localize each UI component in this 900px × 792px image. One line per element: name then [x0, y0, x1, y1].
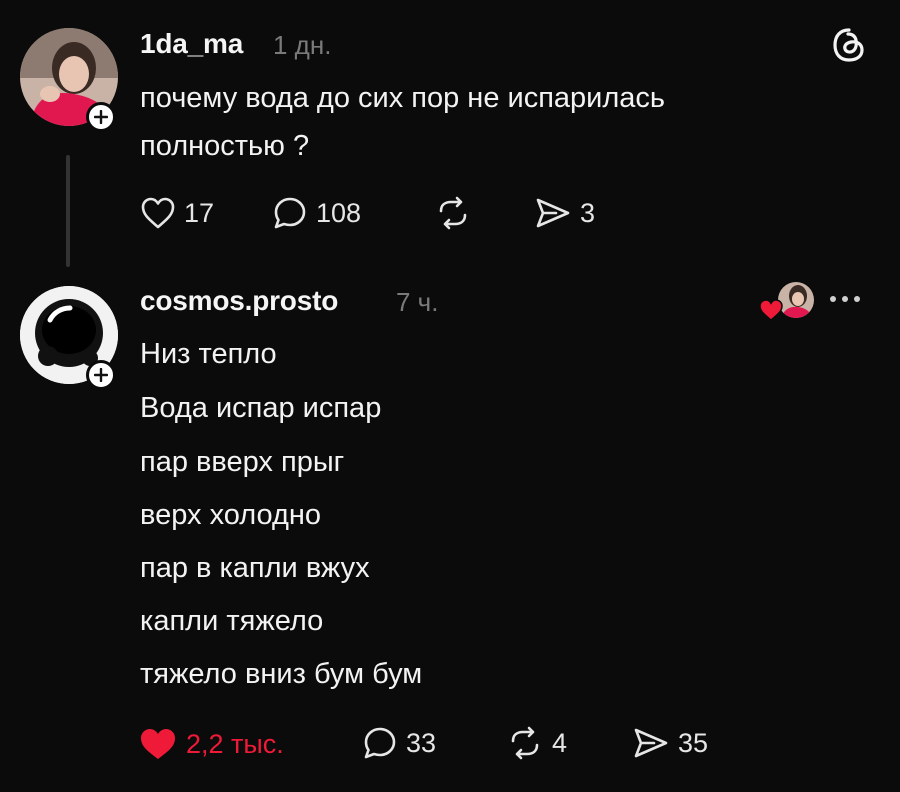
speech-bubble-icon — [274, 197, 306, 229]
reply-time: 7 ч. — [396, 287, 439, 317]
post-like-button[interactable]: 17 — [140, 196, 214, 230]
reply-reply-count: 33 — [406, 727, 437, 758]
reply-like-button[interactable]: 2,2 тыс. — [138, 726, 284, 762]
speech-bubble-icon — [364, 727, 396, 759]
heart-icon — [141, 729, 175, 759]
reply-like-count: 2,2 тыс. — [186, 728, 284, 759]
thread-connector-line — [66, 155, 70, 267]
reply-text-line-1: Низ тепло — [140, 338, 277, 370]
reply-text-line-5: пар в капли вжух — [140, 552, 370, 584]
post-time: 1 дн. — [273, 30, 332, 60]
send-arrow-icon — [536, 198, 570, 228]
author-liked-badge — [758, 282, 814, 322]
more-dots-icon — [830, 296, 836, 302]
post-share-button[interactable]: 3 — [534, 196, 595, 230]
reply-text-line-6: капли тяжело — [140, 605, 324, 637]
more-options-button[interactable] — [830, 296, 860, 302]
reply-text-line-4: верх холодно — [140, 499, 322, 531]
post-reply-button[interactable]: 108 — [272, 196, 361, 230]
post-share-count: 3 — [580, 197, 596, 228]
post-like-count: 17 — [184, 197, 215, 228]
follow-plus-button-reply[interactable] — [86, 360, 116, 390]
send-arrow-icon — [634, 728, 668, 758]
reply-repost-button[interactable]: 4 — [506, 726, 567, 760]
post-reply-count: 108 — [316, 197, 362, 228]
reply-text-line-2: Вода испар испар — [140, 392, 382, 424]
reply-repost-count: 4 — [552, 727, 568, 758]
reply-share-button[interactable]: 35 — [632, 726, 708, 760]
follow-plus-button[interactable] — [86, 102, 116, 132]
plus-icon — [94, 110, 108, 124]
threads-logo-icon[interactable] — [830, 26, 868, 64]
post-username[interactable]: 1da_ma — [140, 28, 243, 60]
repost-arrows-icon — [439, 196, 467, 230]
reply-reply-button[interactable]: 33 — [362, 726, 436, 760]
heart-icon — [141, 197, 175, 229]
reply-username[interactable]: cosmos.prosto — [140, 285, 338, 317]
post-text-line-1: почему вода до сих пор не испарилась — [140, 82, 666, 114]
reply-share-count: 35 — [678, 727, 709, 758]
repost-arrows-icon — [511, 726, 539, 760]
post-text-line-2: полностью ? — [140, 130, 310, 162]
post-repost-button[interactable] — [434, 196, 472, 230]
reply-text-line-7: тяжело вниз бум бум — [140, 658, 423, 690]
author-liked-heart-icon — [759, 299, 783, 321]
reply-text-line-3: пар вверх прыг — [140, 446, 345, 478]
plus-icon — [94, 368, 108, 382]
